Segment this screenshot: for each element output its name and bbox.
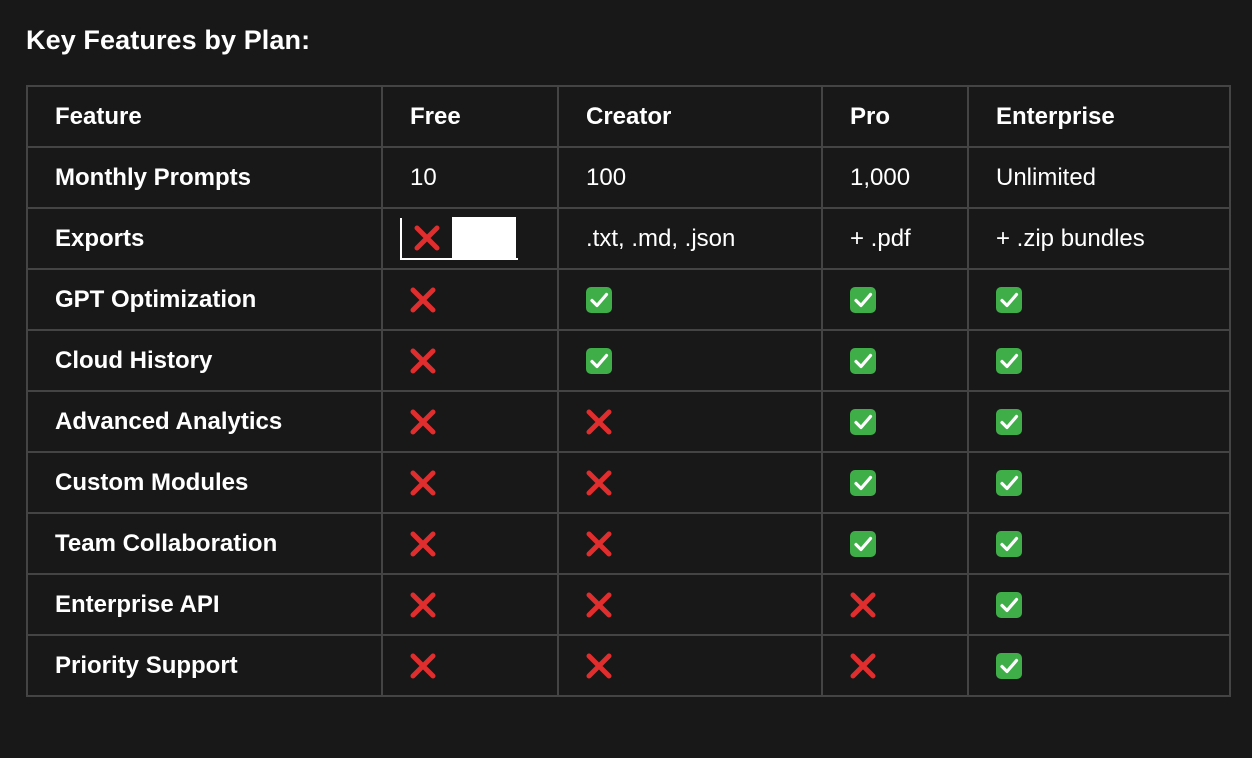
- check-icon: [850, 531, 876, 558]
- feature-name-cell: Exports: [26, 207, 383, 270]
- cell-creator: [557, 451, 823, 514]
- check-icon: [996, 592, 1022, 619]
- cell-free: [381, 634, 559, 697]
- cell-creator: [557, 634, 823, 697]
- page-heading: Key Features by Plan:: [26, 25, 311, 55]
- feature-name-cell: Advanced Analytics: [26, 390, 383, 453]
- cell-free: [381, 329, 559, 392]
- check-icon: [996, 531, 1022, 558]
- cell-pro: [821, 451, 969, 514]
- cell-pro: [821, 390, 969, 453]
- feature-name-cell: Cloud History: [26, 329, 383, 392]
- check-icon: [850, 470, 876, 497]
- text-cursor-box: [452, 216, 516, 259]
- cross-icon: [410, 531, 436, 557]
- cross-icon: [850, 592, 876, 618]
- cell-enterprise: [967, 390, 1231, 453]
- cross-icon: [410, 409, 436, 435]
- check-icon: [850, 287, 876, 314]
- check-icon: [996, 409, 1022, 436]
- cell-pro: [821, 573, 969, 636]
- cross-icon: [850, 653, 876, 679]
- check-icon: [996, 287, 1022, 314]
- cross-icon: [410, 287, 436, 313]
- cross-icon: [586, 653, 612, 679]
- cell-free: [381, 390, 559, 453]
- cell-pro: [821, 512, 969, 575]
- cell-creator: 100: [557, 146, 823, 209]
- check-icon: [996, 470, 1022, 497]
- check-icon: [850, 348, 876, 375]
- column-header-free: Free: [381, 85, 559, 148]
- check-icon: [996, 348, 1022, 375]
- cell-free: [381, 451, 559, 514]
- column-header-pro: Pro: [821, 85, 969, 148]
- feature-name-cell: Team Collaboration: [26, 512, 383, 575]
- table-row: Exports .txt, .md, .json + .pdf + .zip bund…: [26, 207, 1231, 270]
- cell-creator: [557, 573, 823, 636]
- table-row: GPT Optimization: [26, 268, 1231, 331]
- cross-icon: [586, 592, 612, 618]
- cell-pro: + .pdf: [821, 207, 969, 270]
- cell-free: [381, 512, 559, 575]
- cell-creator: [557, 390, 823, 453]
- cell-free: [381, 573, 559, 636]
- column-header-enterprise: Enterprise: [967, 85, 1231, 148]
- cell-free: [381, 207, 559, 270]
- check-icon: [586, 348, 612, 375]
- cell-creator: [557, 268, 823, 331]
- table-row: Custom Modules: [26, 451, 1231, 514]
- cell-creator: [557, 512, 823, 575]
- cross-icon: [586, 409, 612, 435]
- cell-pro: [821, 268, 969, 331]
- cross-icon: [410, 348, 436, 374]
- table-row: Priority Support: [26, 634, 1231, 697]
- cell-free: 10: [381, 146, 559, 209]
- cell-enterprise: [967, 268, 1231, 331]
- cross-icon: [586, 531, 612, 557]
- check-icon: [996, 653, 1022, 680]
- cross-icon: [414, 225, 440, 251]
- table-row: Cloud History: [26, 329, 1231, 392]
- edited-cell-frame[interactable]: [400, 216, 518, 260]
- cell-enterprise: + .zip bundles: [967, 207, 1231, 270]
- column-header-feature: Feature: [26, 85, 383, 148]
- cell-pro: 1,000: [821, 146, 969, 209]
- cell-enterprise: [967, 329, 1231, 392]
- check-icon: [850, 409, 876, 436]
- check-icon: [586, 287, 612, 314]
- cross-icon: [410, 592, 436, 618]
- table-row: Advanced Analytics: [26, 390, 1231, 453]
- cell-enterprise: [967, 573, 1231, 636]
- cell-creator: [557, 329, 823, 392]
- cell-enterprise: [967, 512, 1231, 575]
- cross-icon: [410, 470, 436, 496]
- cell-creator: .txt, .md, .json: [557, 207, 823, 270]
- feature-name-cell: Priority Support: [26, 634, 383, 697]
- table-row: Monthly Prompts 10 100 1,000 Unlimited: [26, 146, 1231, 209]
- feature-name-cell: Custom Modules: [26, 451, 383, 514]
- cell-enterprise: Unlimited: [967, 146, 1231, 209]
- cell-pro: [821, 329, 969, 392]
- cell-pro: [821, 634, 969, 697]
- feature-name-cell: Enterprise API: [26, 573, 383, 636]
- cross-icon: [410, 653, 436, 679]
- plan-comparison-table: Feature Free Creator Pro Enterprise Mont…: [26, 85, 1231, 697]
- feature-name-cell: GPT Optimization: [26, 268, 383, 331]
- cell-free: [381, 268, 559, 331]
- table-row: Enterprise API: [26, 573, 1231, 636]
- feature-name-cell: Monthly Prompts: [26, 146, 383, 209]
- table-row: Team Collaboration: [26, 512, 1231, 575]
- cell-enterprise: [967, 451, 1231, 514]
- column-header-creator: Creator: [557, 85, 823, 148]
- cell-enterprise: [967, 634, 1231, 697]
- cross-icon: [586, 470, 612, 496]
- table-header-row: Feature Free Creator Pro Enterprise: [26, 85, 1231, 148]
